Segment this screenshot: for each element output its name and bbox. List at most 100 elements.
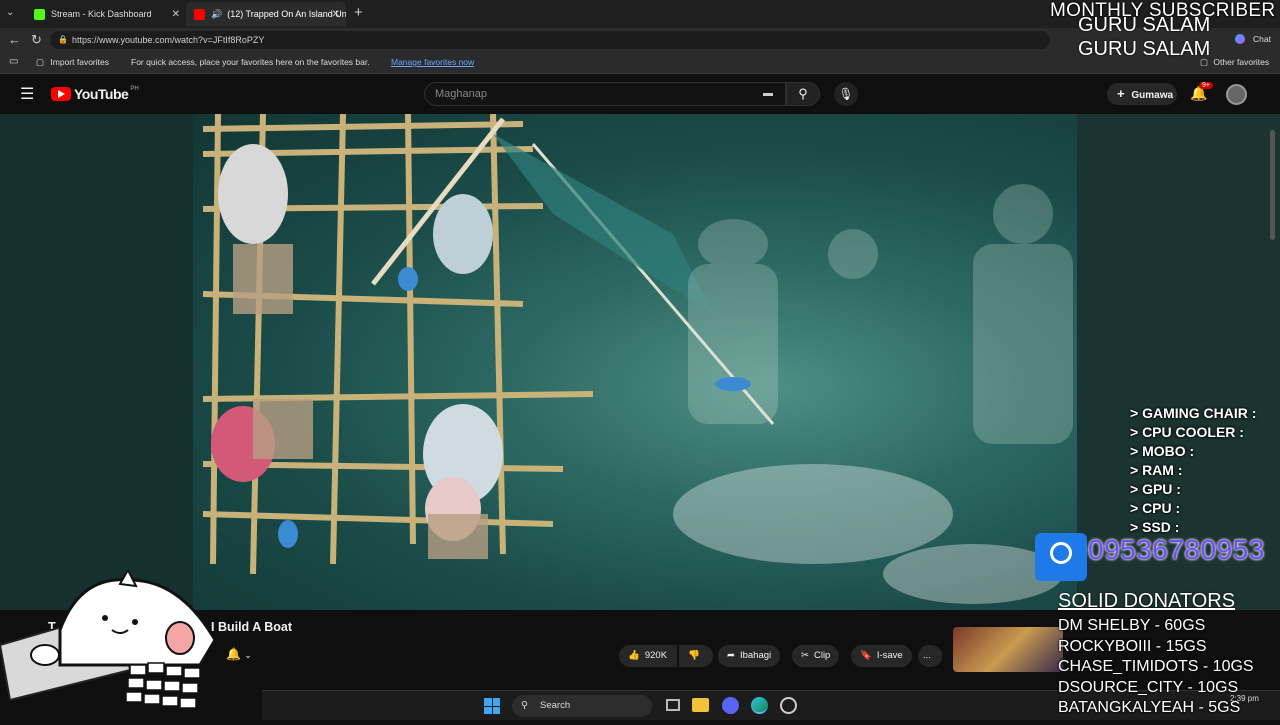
gcash-logo-icon [1035, 533, 1087, 581]
share-icon: ➦ [727, 650, 735, 661]
tab-label: (12) Trapped On An Island Un [227, 9, 346, 19]
save-button[interactable]: 🔖 I-save [851, 645, 912, 667]
share-button[interactable]: ➦ Ibahagi [718, 645, 781, 667]
import-favorites-button[interactable]: ▢ Import favorites [36, 57, 109, 68]
notification-badge: 9+ [1199, 82, 1213, 89]
scissors-icon: ✂ [801, 650, 809, 661]
video-letterbox-left [0, 114, 193, 610]
chat-label[interactable]: Chat [1253, 34, 1271, 44]
water-glare [673, 464, 1063, 604]
mic-button[interactable]: 🎙 [834, 82, 858, 106]
region-code: PH [130, 86, 139, 92]
buoy [278, 520, 298, 548]
youtube-logo-text: YouTube [74, 86, 129, 102]
bongo-cat-overlay [0, 567, 262, 720]
folder-icon: ▢ [36, 57, 45, 67]
share-label: Ibahagi [739, 650, 772, 661]
manage-favorites-link[interactable]: Manage favorites now [391, 57, 474, 67]
refresh-icon[interactable]: ↻ [31, 32, 42, 48]
mic-icon: 🎙 [838, 87, 854, 101]
overlay-figures [688, 184, 1073, 444]
search-icon: ⚲ [798, 86, 808, 101]
donor-item: DSOURCE_CITY - 10GS [1058, 679, 1239, 696]
video-player[interactable] [193, 114, 1077, 610]
close-icon[interactable]: ✕ [332, 9, 340, 20]
file-explorer-icon[interactable] [692, 698, 709, 712]
mat [428, 514, 488, 559]
youtube-icon [194, 8, 205, 20]
person-2 [433, 194, 493, 274]
recommended-thumbnail[interactable] [953, 627, 1063, 672]
discord-icon[interactable] [722, 697, 739, 714]
other-favorites-button[interactable]: ▢ Other favorites [1200, 57, 1269, 68]
search-button[interactable]: ⚲ [786, 82, 820, 106]
avatar[interactable] [1226, 84, 1247, 105]
bongo-cat-art [0, 567, 217, 709]
notifications-button[interactable]: 🔔 9+ [1190, 82, 1213, 102]
plus-icon: + [1117, 86, 1125, 101]
taskbar-search-label: Search [540, 700, 571, 711]
donor-item: CHASE_TIMIDOTS - 10GS [1058, 658, 1254, 675]
search-placeholder: Maghanap [435, 88, 487, 100]
mat [253, 399, 313, 459]
keyboard-icon[interactable]: ▬ [763, 83, 773, 105]
video-frame [202, 114, 1073, 604]
more-actions-button[interactable]: ... [918, 645, 942, 667]
copilot-icon[interactable] [1235, 34, 1245, 44]
page-scrollbar[interactable] [1270, 130, 1275, 240]
donor-item: BATANGKALYEAH - 5GS [1058, 699, 1241, 716]
taskbar-search[interactable]: ⚲ Search [512, 695, 652, 717]
donor-item: DM SHELBY - 60GS [1058, 617, 1206, 634]
spec-gaming-chair: > GAMING CHAIR : [1130, 405, 1257, 421]
other-favorites-label: Other favorites [1213, 57, 1270, 67]
tab-youtube[interactable]: 🔊 (12) Trapped On An Island Un ✕ [186, 2, 346, 26]
favbar-hint: For quick access, place your favorites h… [131, 57, 370, 67]
save-label: I-save [876, 650, 903, 661]
clip-label: Clip [813, 650, 831, 661]
paddle [715, 377, 751, 391]
menu-icon[interactable]: ☰ [20, 84, 34, 104]
tab-kick-dashboard[interactable]: Stream - Kick Dashboard ✕ [26, 2, 186, 26]
spec-ram: > RAM : [1130, 462, 1183, 478]
subscriber-name-1: GURU SALAM [1078, 14, 1211, 36]
sidebar-toggle-icon[interactable]: ▭ [9, 56, 18, 67]
buoy [398, 267, 418, 291]
solid-donators-title: SOLID DONATORS [1058, 590, 1236, 612]
tab-actions-icon[interactable]: ⌄ [6, 7, 14, 18]
youtube-play-icon [51, 87, 71, 101]
person-1 [218, 144, 288, 244]
spec-cpu: > CPU : [1130, 500, 1181, 516]
subscriber-name-2: GURU SALAM [1078, 38, 1211, 60]
sail [493, 134, 713, 314]
tab-label: Stream - Kick Dashboard [51, 9, 152, 19]
dislike-button[interactable]: 👎 [679, 645, 713, 667]
new-tab-button[interactable]: + [354, 4, 363, 21]
close-icon[interactable]: ✕ [172, 9, 180, 20]
youtube-header: ☰ YouTube PH Maghanap ▬ ⚲ 🎙 + Gumawa 🔔 9… [0, 74, 1280, 114]
thumbs-up-icon: 👍 [628, 650, 640, 661]
thumbs-down-icon: 👎 [688, 650, 700, 661]
bookmark-icon: 🔖 [860, 650, 872, 661]
speaker-icon[interactable]: 🔊 [211, 9, 222, 20]
clip-button[interactable]: ✂ Clip [792, 645, 840, 667]
spec-cpu-cooler: > CPU COOLER : [1130, 424, 1244, 440]
task-view-icon[interactable] [666, 699, 680, 711]
gcash-number: 09536780953 [1088, 534, 1265, 565]
edge-icon[interactable] [751, 697, 768, 714]
spec-mobo: > MOBO : [1130, 443, 1195, 459]
lock-icon: 🔒 [58, 35, 68, 44]
search-icon: ⚲ [521, 700, 528, 711]
search-input[interactable]: Maghanap ▬ [424, 82, 786, 106]
like-button[interactable]: 👍 920K [619, 645, 677, 667]
create-button[interactable]: + Gumawa [1107, 83, 1177, 105]
windows-start-icon[interactable] [484, 698, 500, 714]
obs-icon[interactable] [780, 697, 797, 714]
mat [233, 244, 293, 314]
back-icon[interactable]: ← [8, 32, 21, 47]
donor-item: ROCKYBOIII - 15GS [1058, 638, 1207, 655]
kick-icon [34, 8, 45, 20]
youtube-logo[interactable]: YouTube PH [51, 86, 139, 102]
like-count: 920K [644, 650, 668, 661]
url-field[interactable]: 🔒 https://www.youtube.com/watch?v=JFtIf8… [50, 31, 1050, 49]
more-icon: ... [923, 650, 931, 661]
